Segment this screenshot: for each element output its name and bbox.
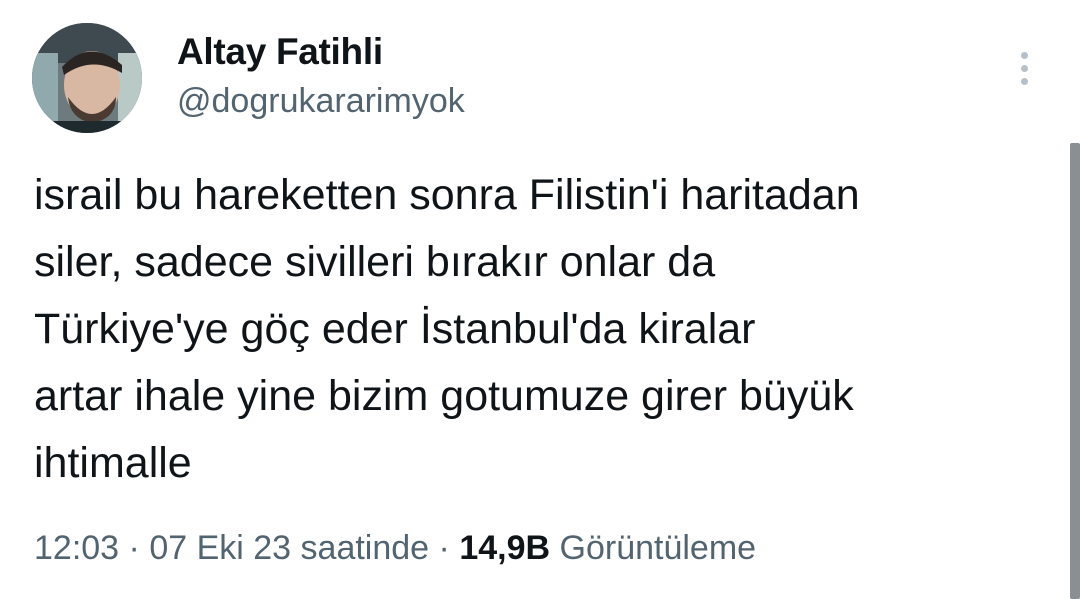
more-options-button[interactable]: [1008, 46, 1040, 90]
avatar[interactable]: [32, 23, 142, 133]
separator: ·: [438, 529, 450, 567]
more-dot-icon: [1020, 77, 1028, 85]
more-dot-icon: [1020, 51, 1028, 59]
author-handle[interactable]: @dogrukararimyok: [177, 80, 465, 122]
views-count: 14,9B: [459, 529, 551, 567]
views-label: Görüntüleme: [559, 529, 757, 567]
scrollbar[interactable]: [1070, 143, 1080, 599]
more-dot-icon: [1020, 64, 1028, 72]
tweet-meta: 12:03 · 07 Eki 23 saatinde · 14,9B Görün…: [34, 525, 756, 571]
tweet-text: israil bu hareketten sonra Filistin'i ha…: [34, 171, 860, 487]
author-display-name[interactable]: Altay Fatihli: [177, 30, 383, 74]
separator: ·: [128, 529, 140, 567]
profile-photo-icon: [32, 23, 142, 133]
tweet-time[interactable]: 12:03: [34, 529, 119, 567]
tweet-date[interactable]: 07 Eki 23 saatinde: [149, 529, 429, 567]
